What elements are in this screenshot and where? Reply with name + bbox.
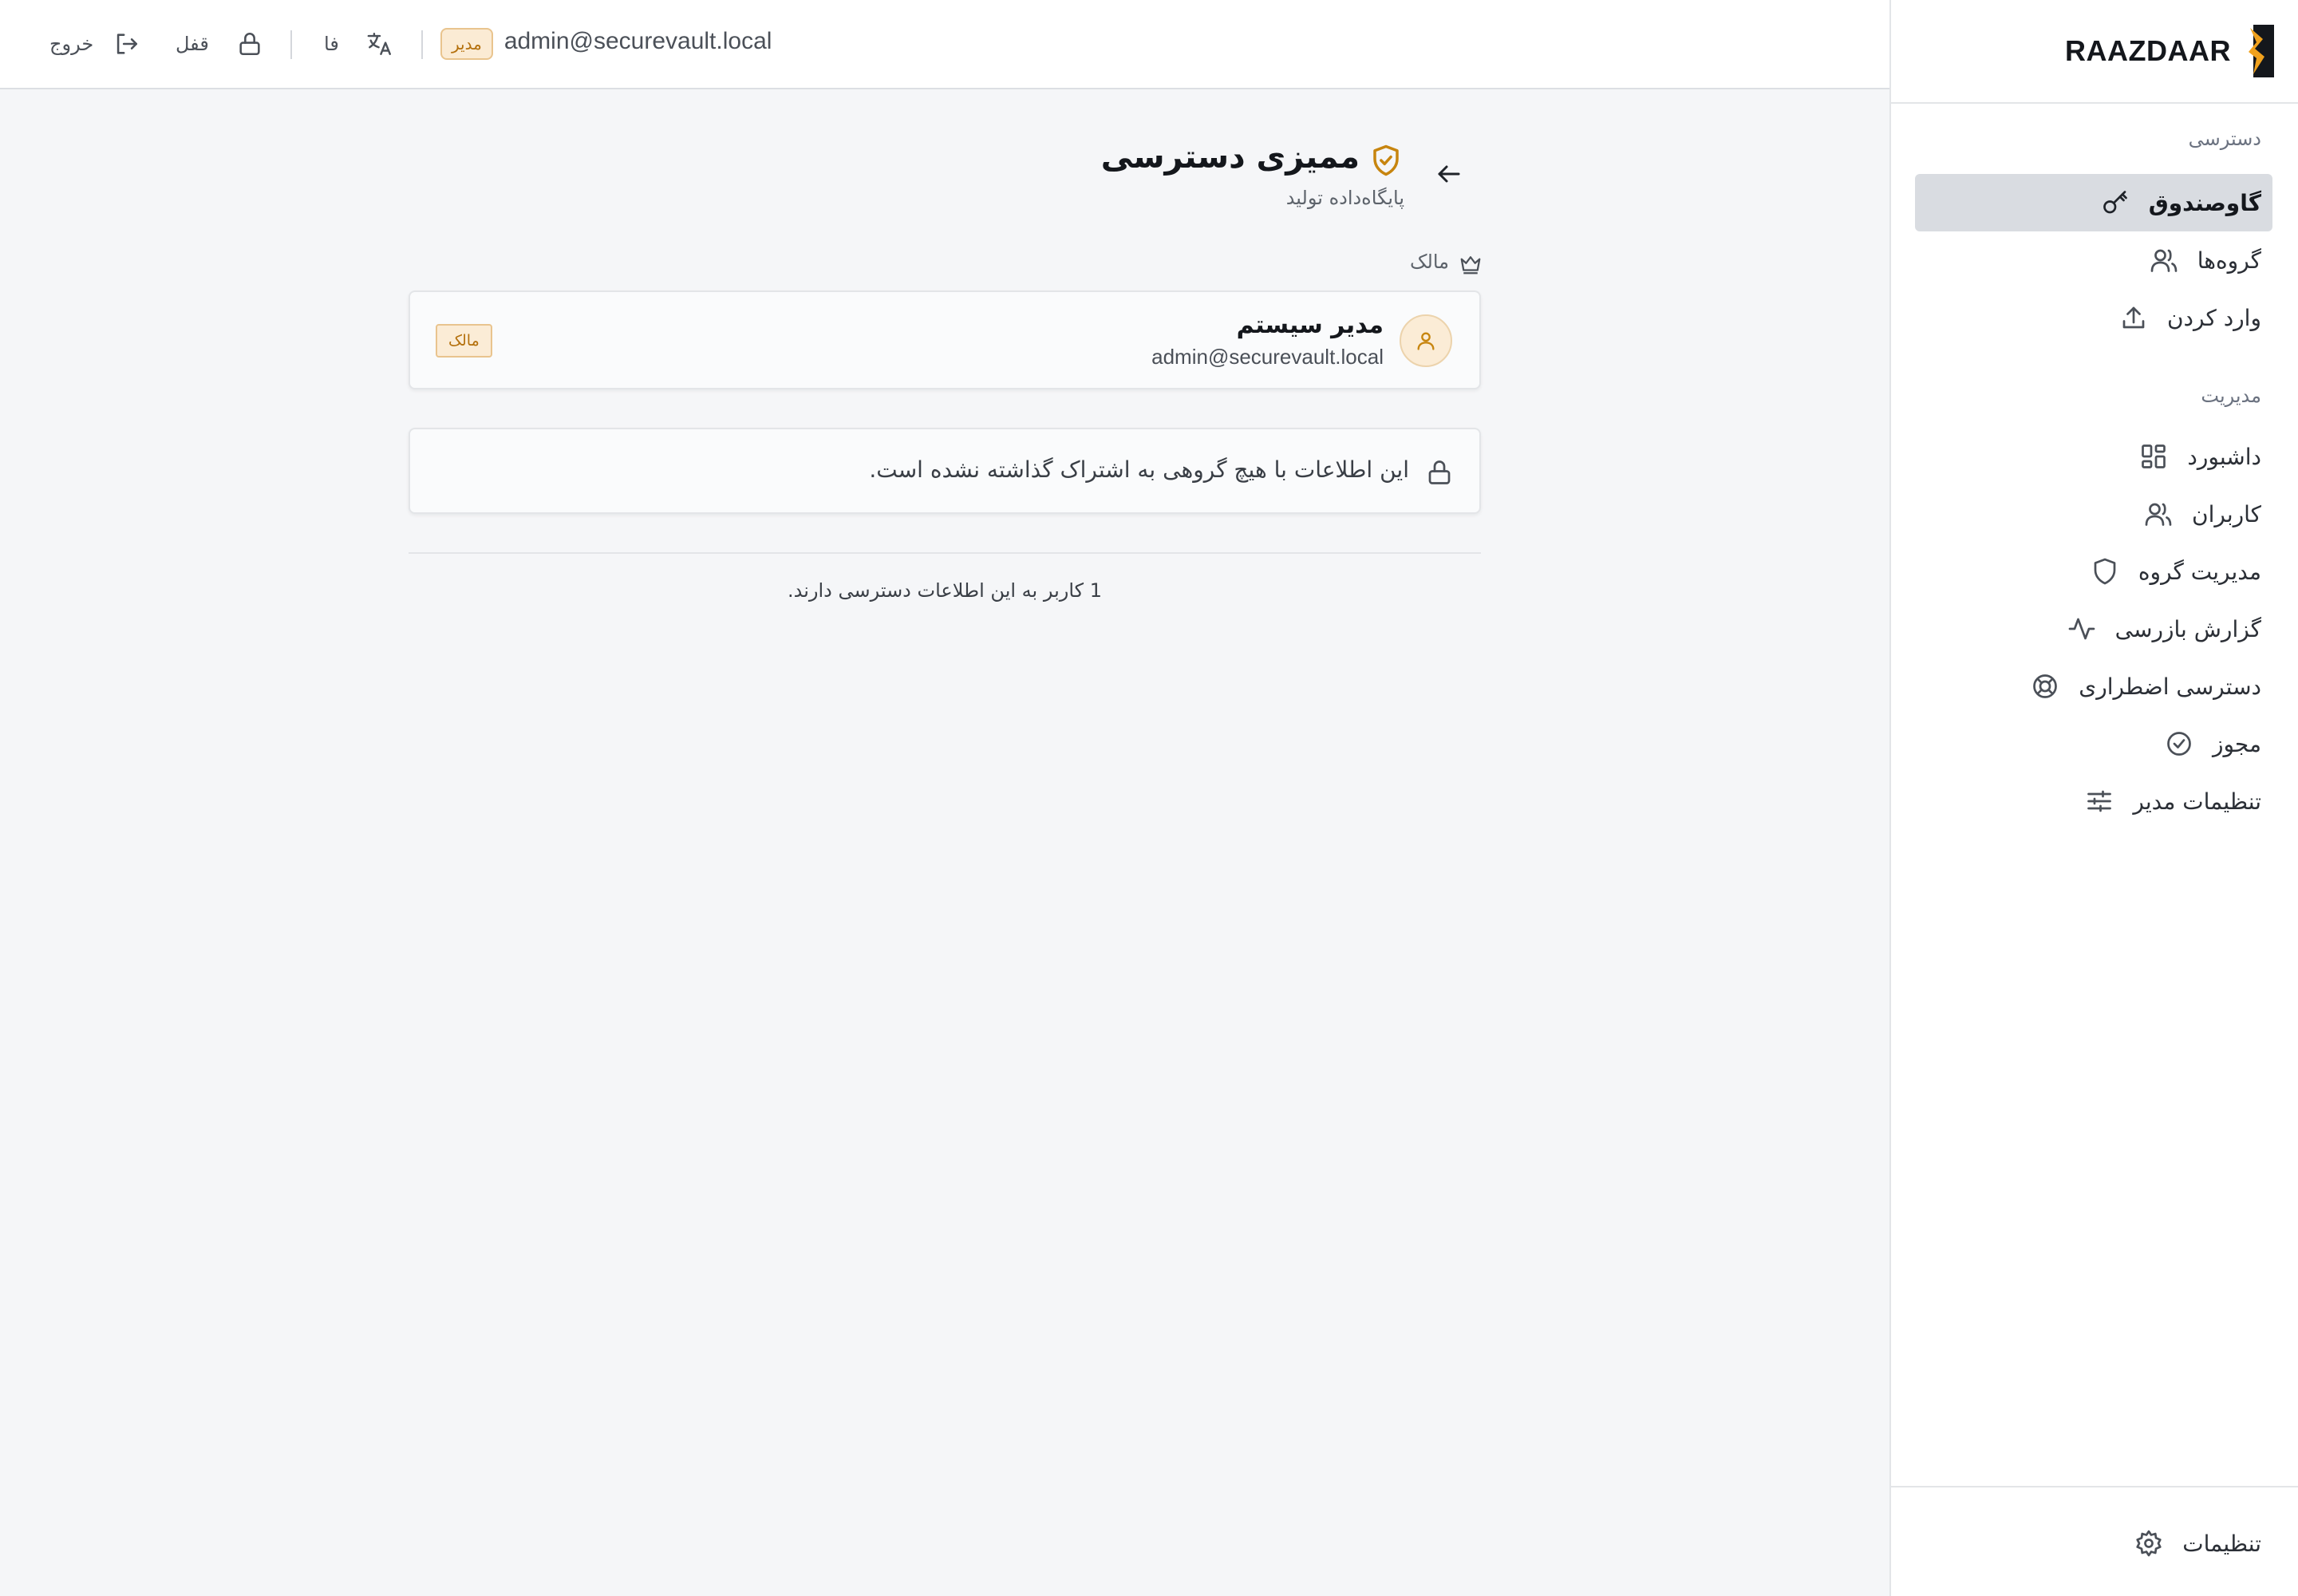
sidebar-item-emergency-access[interactable]: دسترسی اضطراری: [1915, 658, 2272, 715]
sidebar-item-group-management[interactable]: مدیریت گروه: [1915, 543, 2272, 600]
sidebar-item-label: تنظیمات مدیر: [2133, 788, 2261, 815]
sidebar-item-label: تنظیمات: [2182, 1530, 2261, 1557]
divider: [421, 30, 423, 59]
sidebar-item-label: وارد کردن: [2166, 304, 2261, 331]
sidebar-item-admin-settings[interactable]: تنظیمات مدیر: [1915, 772, 2272, 830]
brand-logo-icon: [2242, 25, 2274, 77]
avatar: [1400, 314, 1452, 367]
sidebar-item-label: گاوصندوق: [2148, 189, 2261, 216]
language-switcher[interactable]: فا: [324, 0, 393, 88]
translate-icon: [366, 30, 393, 57]
sidebar-item-groups[interactable]: گروه‌ها: [1915, 231, 2272, 289]
key-icon: [2101, 188, 2130, 217]
owner-name: مدیر سیستم: [1236, 311, 1384, 339]
shield-check-icon: [1369, 144, 1403, 177]
owner-card: مدیر سیستم admin@securevault.local مالک: [409, 290, 1481, 389]
language-label: فا: [324, 33, 339, 55]
lock-button[interactable]: قفل: [176, 0, 263, 88]
sidebar-item-users[interactable]: کاربران: [1915, 485, 2272, 543]
notice-text: این اطلاعات با هیچ گروهی به اشتراک گذاشت…: [869, 456, 1409, 483]
logout-button[interactable]: خروج: [49, 0, 140, 88]
user-email: admin@securevault.local: [503, 28, 772, 54]
sidebar-item-label: داشبورد: [2187, 443, 2261, 470]
shield-icon: [2091, 557, 2119, 586]
logout-icon: [113, 30, 140, 57]
sidebar-item-label: دسترسی اضطراری: [2079, 673, 2261, 700]
users-icon: [2144, 500, 2173, 528]
sidebar-item-label: کاربران: [2192, 500, 2261, 527]
owner-email: admin@securevault.local: [1151, 345, 1384, 369]
top-bar: خروج قفل فا مدیر admin@securevault.local: [0, 0, 1889, 89]
owner-section-label: مالک: [1410, 251, 1449, 273]
owner-badge: مالک: [436, 324, 492, 358]
sidebar-item-audit-report[interactable]: گزارش بازرسی: [1915, 600, 2272, 658]
divider: [409, 552, 1481, 554]
brand[interactable]: RAAZDAAR: [1891, 0, 2298, 104]
user-menu[interactable]: مدیر admin@securevault.local: [440, 0, 772, 88]
section-label-access: دسترسی: [2188, 128, 2261, 150]
sidebar-item-settings[interactable]: تنظیمات: [1915, 1515, 2272, 1572]
sliders-icon: [2085, 787, 2114, 816]
crown-icon: [1459, 252, 1483, 276]
sidebar-item-vault[interactable]: گاوصندوق: [1915, 174, 2272, 231]
back-arrow-icon[interactable]: [1435, 160, 1463, 188]
sidebar-item-label: گروه‌ها: [2197, 247, 2261, 274]
brand-name: RAAZDAAR: [2065, 34, 2231, 67]
sidebar-item-label: مجوز: [2212, 730, 2261, 757]
page-subtitle: پایگاه‌داده تولید: [1285, 187, 1404, 209]
lock-icon: [1425, 458, 1454, 487]
lock-label: قفل: [176, 33, 209, 55]
users-icon: [2150, 246, 2178, 275]
logout-label: خروج: [49, 33, 94, 55]
role-badge: مدیر: [440, 28, 493, 60]
user-icon: [1415, 330, 1437, 352]
section-label-management: مدیریت: [2201, 385, 2261, 407]
activity-icon: [2067, 614, 2096, 643]
sidebar: RAAZDAAR دسترسی گاوصندوق گروه‌ها: [1889, 0, 2298, 1596]
sidebar-item-label: گزارش بازرسی: [2114, 615, 2261, 642]
gear-icon: [2134, 1529, 2163, 1558]
check-circle-icon: [2165, 729, 2193, 758]
access-count-text: 1 کاربر به این اطلاعات دسترسی دارند.: [787, 579, 1103, 602]
divider: [290, 30, 292, 59]
sidebar-item-label: مدیریت گروه: [2138, 558, 2261, 585]
sidebar-item-license[interactable]: مجوز: [1915, 715, 2272, 772]
sidebar-item-dashboard[interactable]: داشبورد: [1915, 428, 2272, 485]
sidebar-footer: تنظیمات: [1891, 1486, 2298, 1596]
dashboard-icon: [2139, 442, 2168, 471]
sidebar-item-import[interactable]: وارد کردن: [1915, 289, 2272, 346]
lifebuoy-icon: [2031, 672, 2059, 701]
upload-icon: [2119, 303, 2148, 332]
lock-icon: [236, 30, 263, 57]
page-title: ممیزی دسترسی: [1100, 139, 1360, 176]
not-shared-notice: این اطلاعات با هیچ گروهی به اشتراک گذاشت…: [409, 428, 1481, 514]
